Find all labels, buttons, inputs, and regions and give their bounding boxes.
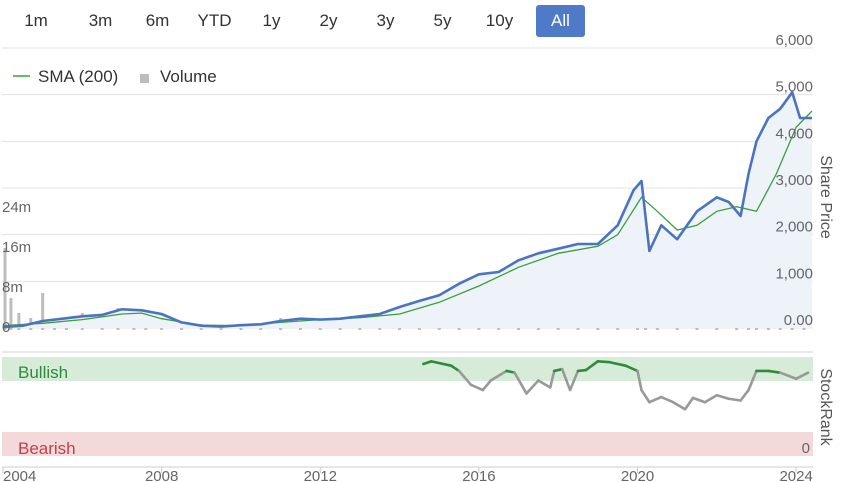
price-axis-title: Share Price (817, 155, 834, 239)
legend: SMA (200) Volume (13, 67, 217, 86)
stockrank-segment (596, 360, 612, 364)
bearish-label: Bearish (18, 439, 76, 458)
legend-volume-label[interactable]: Volume (160, 67, 217, 86)
stockrank-segment (525, 379, 540, 395)
price-tick-label: 1,000 (775, 265, 813, 282)
volume-tick-label: 24m (2, 199, 31, 216)
stockrank-axis-title: StockRank (817, 368, 834, 446)
legend-sma-label[interactable]: SMA (200) (38, 67, 118, 86)
stockrank-segment (683, 396, 695, 411)
price-tick-label: 3,000 (775, 172, 813, 189)
price-tick-label: 6,000 (775, 32, 813, 49)
volume-tick-label: 0 (2, 319, 10, 336)
volume-tick-label: 8m (2, 279, 23, 296)
x-tick-label: 2016 (462, 468, 495, 482)
x-tick-label: 2012 (304, 468, 337, 482)
stockrank-segment (660, 395, 675, 404)
stockrank-segment (767, 369, 782, 374)
volume-tick-label: 16m (2, 239, 31, 256)
price-tick-label: 4,000 (775, 125, 813, 142)
x-tick-label: 2020 (621, 468, 654, 482)
stockrank-segment (703, 393, 719, 404)
stockrank-tick-0: 0 (802, 440, 810, 457)
stockrank-segment (481, 379, 493, 392)
price-chart: 0.00 1,000 2,000 3,000 4,000 5,000 6,000 0 8m 16… (2, 32, 834, 482)
x-axis: 2004 2008 2012 2016 2020 2024 (2, 467, 813, 482)
stockrank-segment (715, 393, 731, 401)
stockrank-segment (469, 383, 485, 392)
price-tick-label: 2,000 (775, 219, 813, 236)
stockrank-segment (537, 379, 552, 389)
stockrank-segment (671, 400, 687, 411)
legend-volume-swatch (140, 74, 149, 83)
stockrank-segment (727, 397, 742, 402)
price-tick-label: 0.00 (784, 312, 813, 329)
bullish-label: Bullish (18, 363, 68, 382)
price-area (3, 92, 812, 328)
bearish-zone (2, 432, 813, 456)
stockrank-segment (691, 396, 707, 404)
x-tick-label: 2024 (779, 468, 812, 482)
stockrank-segment (648, 395, 663, 404)
stockrank-segment (640, 388, 651, 404)
stockrank-segment (739, 388, 750, 402)
bullish-zone (2, 357, 813, 381)
x-tick-label: 2004 (3, 468, 36, 482)
price-tick-label: 5,000 (775, 79, 813, 96)
x-tick-label: 2008 (145, 468, 178, 482)
